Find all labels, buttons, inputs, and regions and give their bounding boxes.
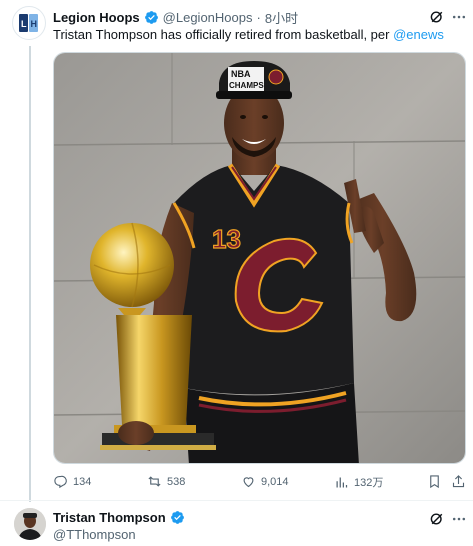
views-count: 132万 [354, 477, 384, 489]
author-avatar[interactable]: L H [12, 6, 46, 40]
author-handle[interactable]: @LegionHoops [163, 10, 253, 25]
like-icon [243, 477, 254, 488]
bookmark-button[interactable] [427, 474, 442, 489]
cap-text-line1: NBA [231, 69, 251, 79]
share-icon [452, 475, 465, 488]
thread-line [29, 46, 31, 502]
svg-text:L: L [21, 19, 27, 29]
grok-icon[interactable] [428, 8, 446, 26]
repost-button[interactable]: 538 [147, 474, 185, 489]
legion-hoops-logo: L H [19, 14, 38, 32]
svg-text:H: H [31, 19, 38, 29]
avatar-image [14, 508, 46, 540]
verified-badge-icon [170, 510, 185, 525]
reply-author-name[interactable]: Tristan Thompson [53, 510, 166, 525]
verified-badge-icon [144, 10, 159, 25]
reply-author-name-row: Tristan Thompson [53, 510, 185, 525]
reply-author-avatar[interactable] [14, 508, 46, 540]
tweet-photo[interactable]: 13 NBA CHAMPS [53, 52, 466, 464]
timestamp[interactable]: 8小时 [265, 8, 298, 27]
reply-button[interactable]: 134 [53, 474, 91, 489]
grok-icon[interactable] [428, 510, 446, 528]
like-button[interactable]: 9,014 [241, 474, 289, 489]
cap-text-line2: CHAMPS [229, 81, 264, 90]
tweet-actions-bar: 134 538 9,014 132万 [53, 474, 466, 492]
reply-author-handle[interactable]: @TThompson [53, 527, 136, 542]
more-options-icon[interactable] [450, 510, 468, 528]
player-trophy-photo: 13 NBA CHAMPS [54, 53, 465, 463]
tweet-header: Legion Hoops @LegionHoops · 8小时 [53, 8, 298, 27]
share-button[interactable] [451, 474, 466, 489]
separator-dot: · [256, 10, 261, 25]
repost-icon [148, 476, 161, 487]
more-options-icon[interactable] [450, 8, 468, 26]
author-name[interactable]: Legion Hoops [53, 10, 140, 25]
bookmark-icon [430, 475, 439, 489]
reply-count: 134 [73, 475, 92, 488]
like-count: 9,014 [261, 475, 289, 488]
tweet-text-body: Tristan Thompson has officially retired … [53, 27, 394, 42]
mention-link[interactable]: @enews [393, 27, 444, 42]
views-icon [336, 477, 348, 487]
tweet-text: Tristan Thompson has officially retired … [53, 26, 444, 43]
reply-icon [54, 475, 67, 489]
divider [0, 500, 473, 501]
jersey-number: 13 [212, 224, 241, 254]
views-button[interactable]: 132万 [334, 474, 383, 490]
repost-count: 538 [167, 475, 186, 488]
